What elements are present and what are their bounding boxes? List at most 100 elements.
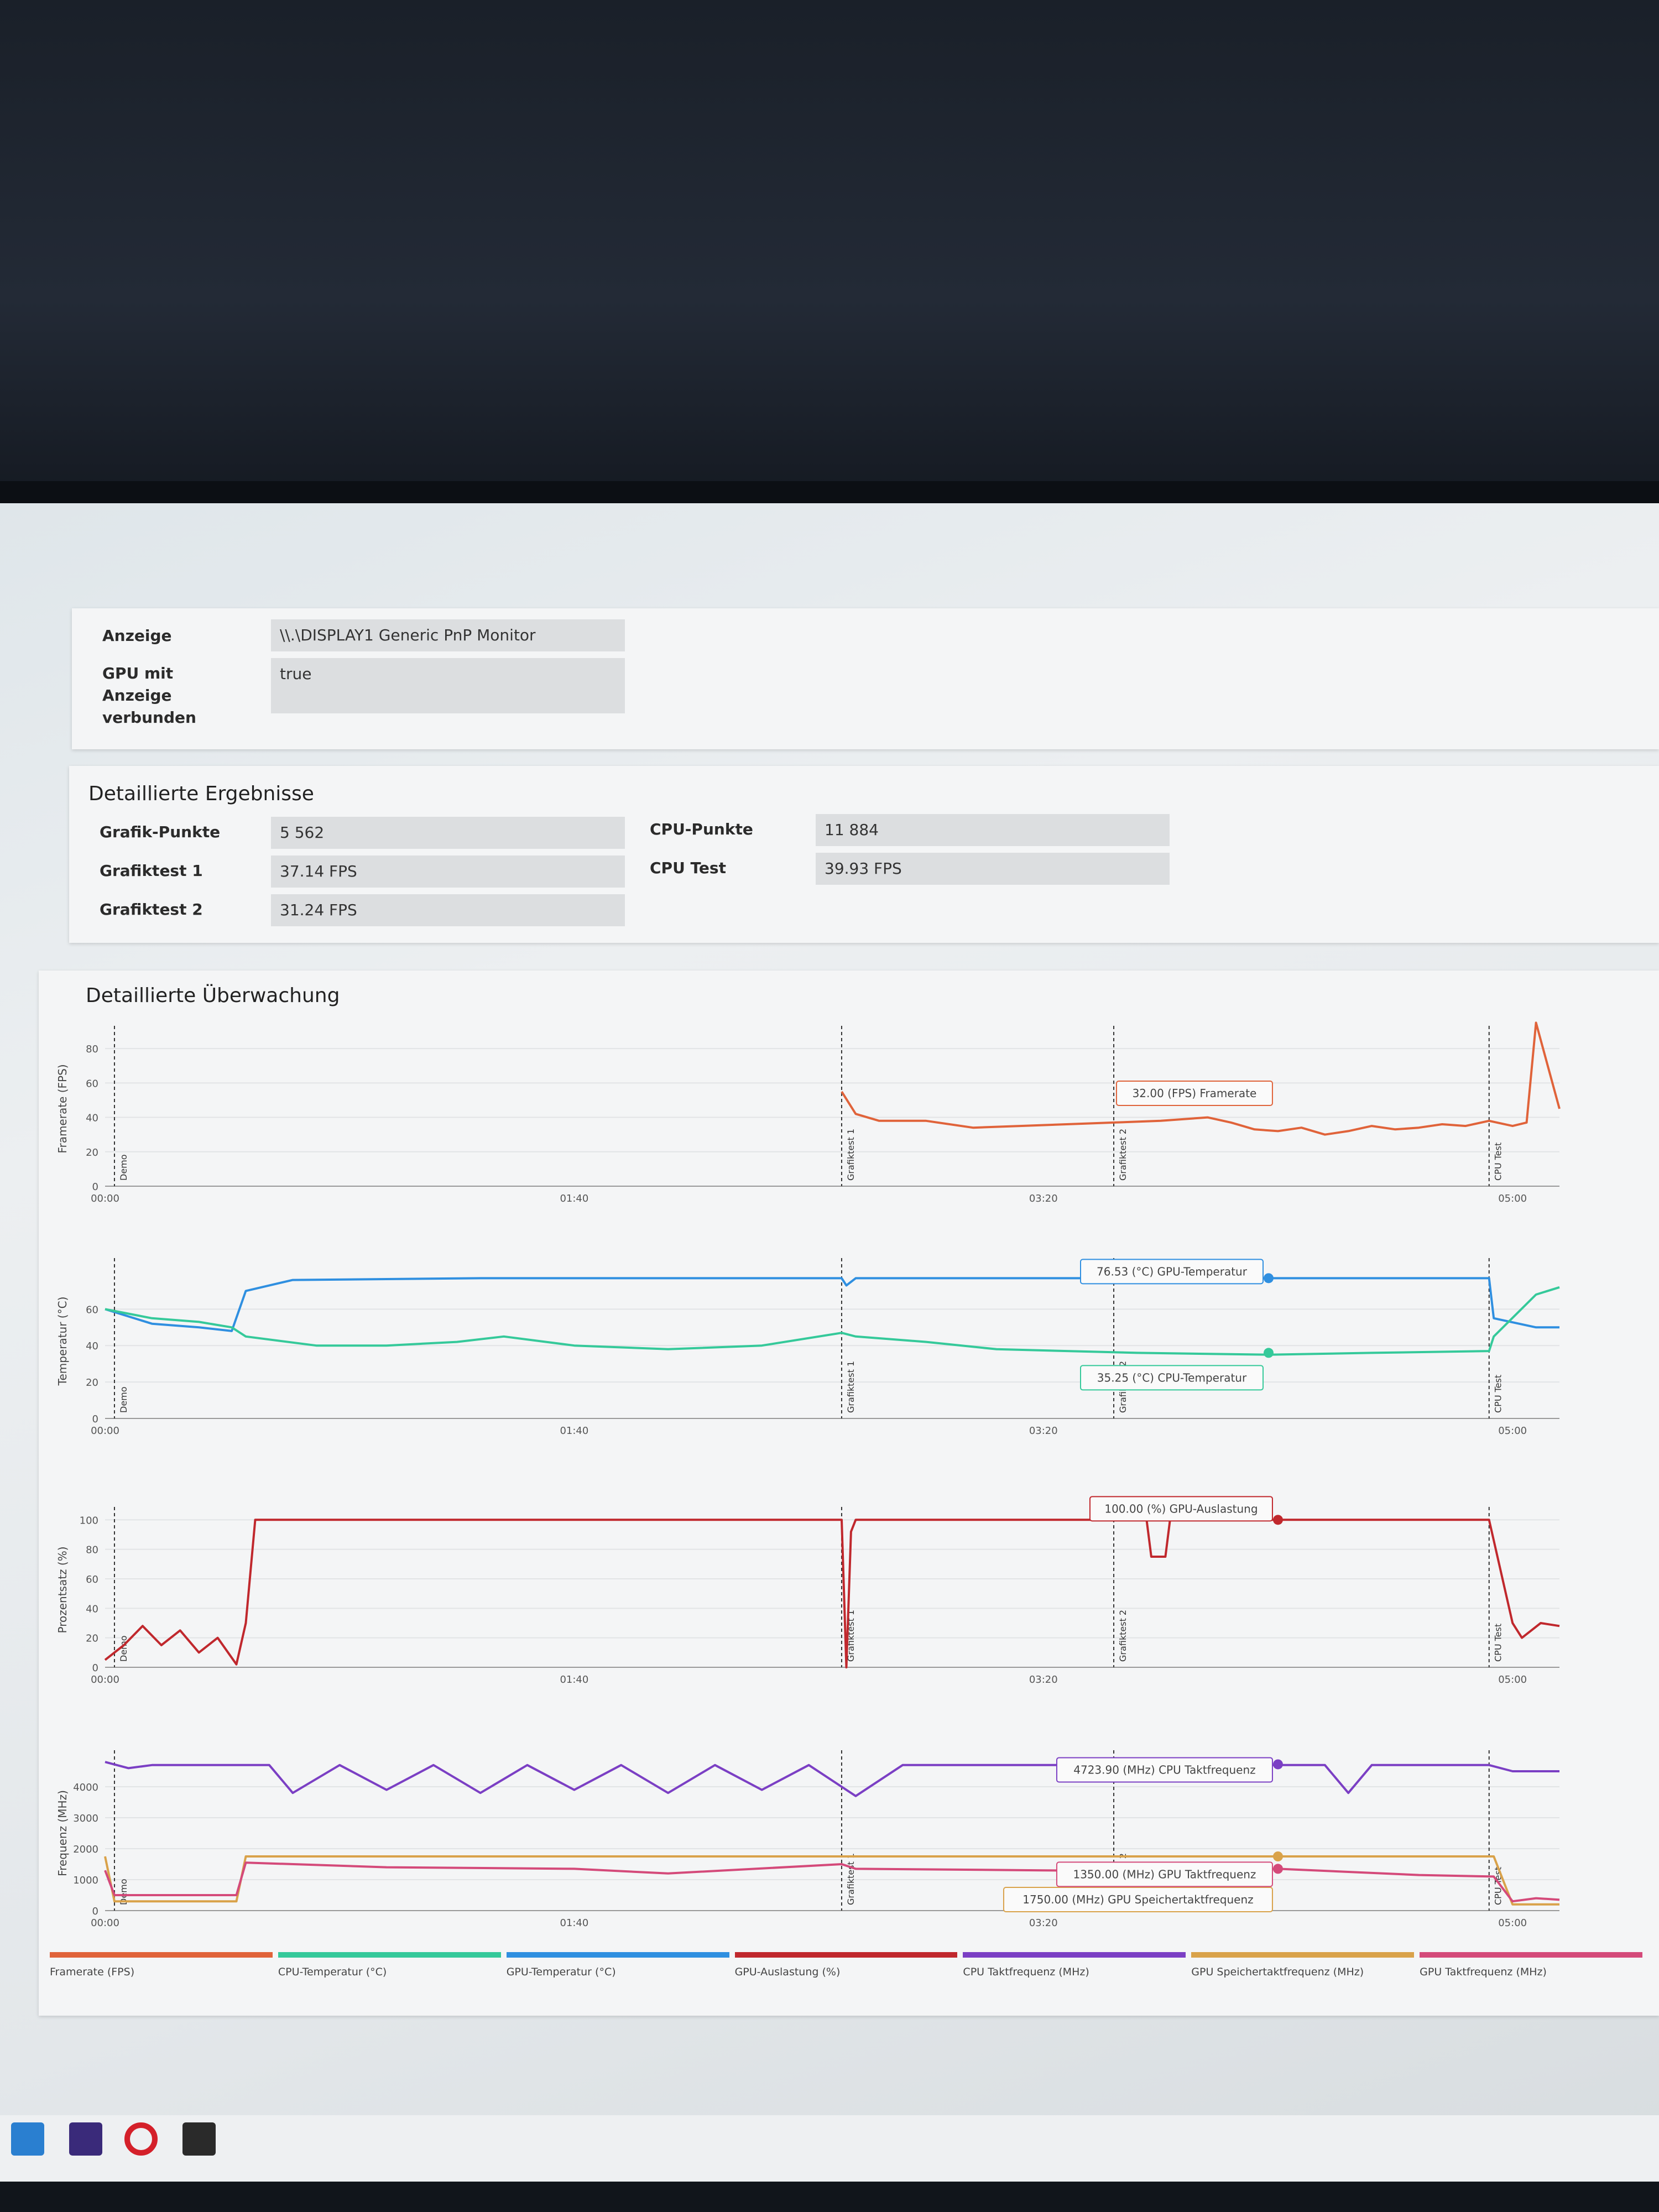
y-tick-label: 80: [86, 1545, 98, 1556]
field-value-gpu-mit-anzeige: true: [271, 658, 625, 713]
y-tick-label: 80: [86, 1044, 98, 1055]
y-tick-label: 20: [86, 1633, 98, 1645]
legend-label[interactable]: GPU Taktfrequenz (MHz): [1420, 1966, 1547, 1978]
x-tick-label: 01:40: [560, 1917, 588, 1929]
y-tick-label: 1000: [73, 1875, 98, 1886]
x-tick-label: 03:20: [1029, 1674, 1058, 1686]
y-tick-label: 20: [86, 1147, 98, 1159]
field-label-grafik-punkte: Grafik-Punkte: [100, 823, 221, 841]
phase-label: CPU Test: [1493, 1375, 1504, 1413]
y-tick-label: 3000: [73, 1813, 98, 1824]
legend-swatch[interactable]: [506, 1952, 729, 1958]
field-value-cpu-punkte: 11 884: [816, 814, 1170, 846]
tooltip-text: 1750.00 (MHz) GPU Speichertaktfrequenz: [1022, 1893, 1253, 1906]
y-tick-label: 0: [92, 1181, 98, 1193]
legend-label[interactable]: CPU Taktfrequenz (MHz): [963, 1966, 1089, 1978]
legend-swatch[interactable]: [1191, 1952, 1415, 1958]
y-axis-label: Temperatur (°C): [56, 1297, 69, 1386]
x-tick-label: 03:20: [1029, 1425, 1058, 1437]
x-tick-label: 05:00: [1498, 1425, 1527, 1437]
y-axis-label: Prozentsatz (%): [56, 1546, 69, 1633]
series-line: [104, 1519, 1560, 1668]
field-label-grafiktest-1: Grafiktest 1: [100, 862, 203, 880]
field-label-anzeige: Anzeige: [102, 627, 172, 645]
display-info-panel: Anzeige \\.\DISPLAY1 Generic PnP Monitor…: [72, 608, 1659, 749]
y-tick-label: 40: [86, 1340, 98, 1352]
legend-label[interactable]: GPU Speichertaktfrequenz (MHz): [1191, 1966, 1364, 1978]
field-value-grafiktest-2: 31.24 FPS: [271, 894, 625, 926]
legend-label[interactable]: GPU-Temperatur (°C): [507, 1966, 616, 1978]
field-label-grafiktest-2: Grafiktest 2: [100, 900, 203, 919]
x-tick-label: 05:00: [1498, 1193, 1527, 1204]
mail-app-icon[interactable]: [11, 2122, 44, 2156]
legend-swatch[interactable]: [963, 1952, 1186, 1958]
legend-label[interactable]: Framerate (FPS): [50, 1966, 134, 1978]
y-tick-label: 0: [92, 1413, 98, 1425]
x-tick-label: 00:00: [91, 1674, 119, 1686]
series-marker: [1264, 1273, 1274, 1284]
results-panel: Detaillierte Ergebnisse Grafik-Punkte 5 …: [69, 766, 1659, 943]
series-line: [105, 1277, 1559, 1332]
legend-swatch[interactable]: [734, 1952, 958, 1958]
x-tick-label: 01:40: [560, 1425, 588, 1437]
phase-label: CPU Test: [1493, 1624, 1504, 1662]
tooltip-text: 4723.90 (MHz) CPU Taktfrequenz: [1073, 1763, 1255, 1776]
field-label-gpu-mit-anzeige: GPU mit Anzeige verbunden: [102, 664, 196, 727]
y-tick-label: 60: [86, 1078, 98, 1089]
tooltip-text: 76.53 (°C) GPU-Temperatur: [1097, 1265, 1248, 1278]
x-tick-label: 03:20: [1029, 1193, 1058, 1204]
monitoring-charts: 0 20 40 60 80 Framerate (FPS) 00:00 01:40 03:20 0…: [56, 1021, 1561, 1929]
benchmark-app-icon[interactable]: [69, 2122, 102, 2156]
legend-swatch[interactable]: [50, 1952, 273, 1958]
phase-label: Demo: [118, 1386, 129, 1413]
tooltip-text: 32.00 (FPS) Framerate: [1133, 1087, 1257, 1100]
monitor-bottom-bezel: [0, 2182, 1659, 2212]
phase-label: Grafiktest 2: [1118, 1129, 1128, 1181]
taskbar: [0, 2115, 1659, 2182]
series-marker: [1272, 1864, 1283, 1874]
field-value-anzeige: \\.\DISPLAY1 Generic PnP Monitor: [271, 619, 625, 651]
series-marker: [1264, 1348, 1274, 1358]
phase-label: Demo: [118, 1154, 129, 1181]
series-line: [104, 1861, 1560, 1903]
field-label-cpu-punkte: CPU-Punkte: [650, 820, 753, 838]
monitoring-panel: Detaillierte Überwachung 0 20 40 60 80 Framer…: [39, 971, 1659, 2016]
legend-label[interactable]: GPU-Auslastung (%): [735, 1966, 841, 1978]
x-tick-label: 00:00: [91, 1917, 119, 1929]
legend-label[interactable]: CPU-Temperatur (°C): [278, 1966, 387, 1978]
series-marker: [1272, 1851, 1283, 1861]
game-app-icon[interactable]: [182, 2122, 216, 2156]
field-label-cpu-test: CPU Test: [650, 859, 726, 877]
field-value-cpu-test: 39.93 FPS: [816, 853, 1170, 885]
y-tick-label: 0: [92, 1906, 98, 1917]
opera-browser-icon[interactable]: [124, 2122, 158, 2156]
phase-label: Grafiktest 1: [846, 1129, 856, 1181]
x-tick-label: 05:00: [1498, 1917, 1527, 1929]
phase-label: Grafiktest 1: [846, 1853, 856, 1905]
series-line: [105, 1761, 1559, 1797]
x-tick-label: 05:00: [1498, 1674, 1527, 1686]
y-tick-label: 0: [92, 1662, 98, 1674]
y-tick-label: 40: [86, 1113, 98, 1124]
series-marker: [1272, 1759, 1283, 1770]
monitor-edge: [0, 481, 1659, 503]
legend-swatch[interactable]: [278, 1952, 501, 1958]
tooltip-text: 100.00 (%) GPU-Auslastung: [1104, 1502, 1258, 1515]
x-tick-label: 00:00: [91, 1193, 119, 1204]
legend-swatch[interactable]: [1420, 1952, 1642, 1958]
y-tick-label: 2000: [73, 1844, 98, 1855]
tooltip-text: 1350.00 (MHz) GPU Taktfrequenz: [1073, 1867, 1256, 1881]
results-title: Detaillierte Ergebnisse: [88, 782, 314, 805]
series-marker: [1272, 1515, 1283, 1525]
y-tick-label: 60: [86, 1304, 98, 1316]
series-line: [105, 1286, 1560, 1356]
x-tick-label: 00:00: [91, 1425, 119, 1437]
y-tick-label: 100: [80, 1515, 98, 1526]
x-tick-label: 01:40: [560, 1674, 588, 1686]
y-tick-label: 4000: [73, 1782, 98, 1793]
app-screen: Anzeige \\.\DISPLAY1 Generic PnP Monitor…: [0, 503, 1659, 2140]
y-tick-label: 40: [86, 1603, 98, 1615]
x-tick-label: 03:20: [1029, 1917, 1058, 1929]
phase-label: Grafiktest 2: [1118, 1610, 1128, 1662]
y-tick-label: 20: [86, 1377, 98, 1389]
